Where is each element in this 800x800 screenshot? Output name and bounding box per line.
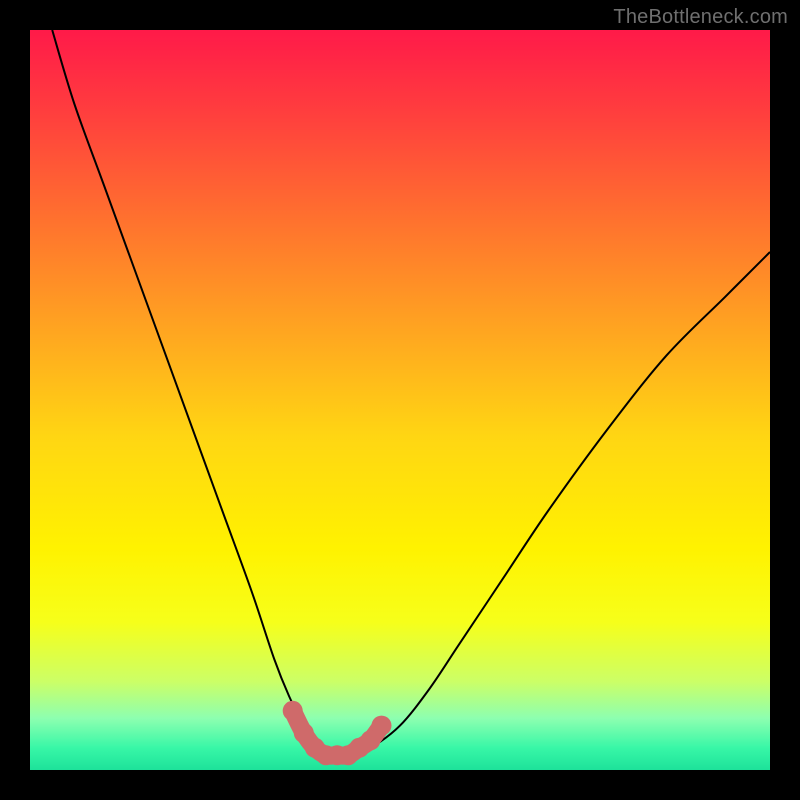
plot-area	[30, 30, 770, 770]
trough-marker-dot	[283, 701, 303, 721]
bottleneck-curve	[52, 30, 770, 756]
trough-markers	[283, 701, 392, 765]
chart-svg	[30, 30, 770, 770]
watermark-text: TheBottleneck.com	[613, 6, 788, 29]
trough-marker-dot	[372, 716, 392, 736]
outer-frame: TheBottleneck.com	[0, 0, 800, 800]
